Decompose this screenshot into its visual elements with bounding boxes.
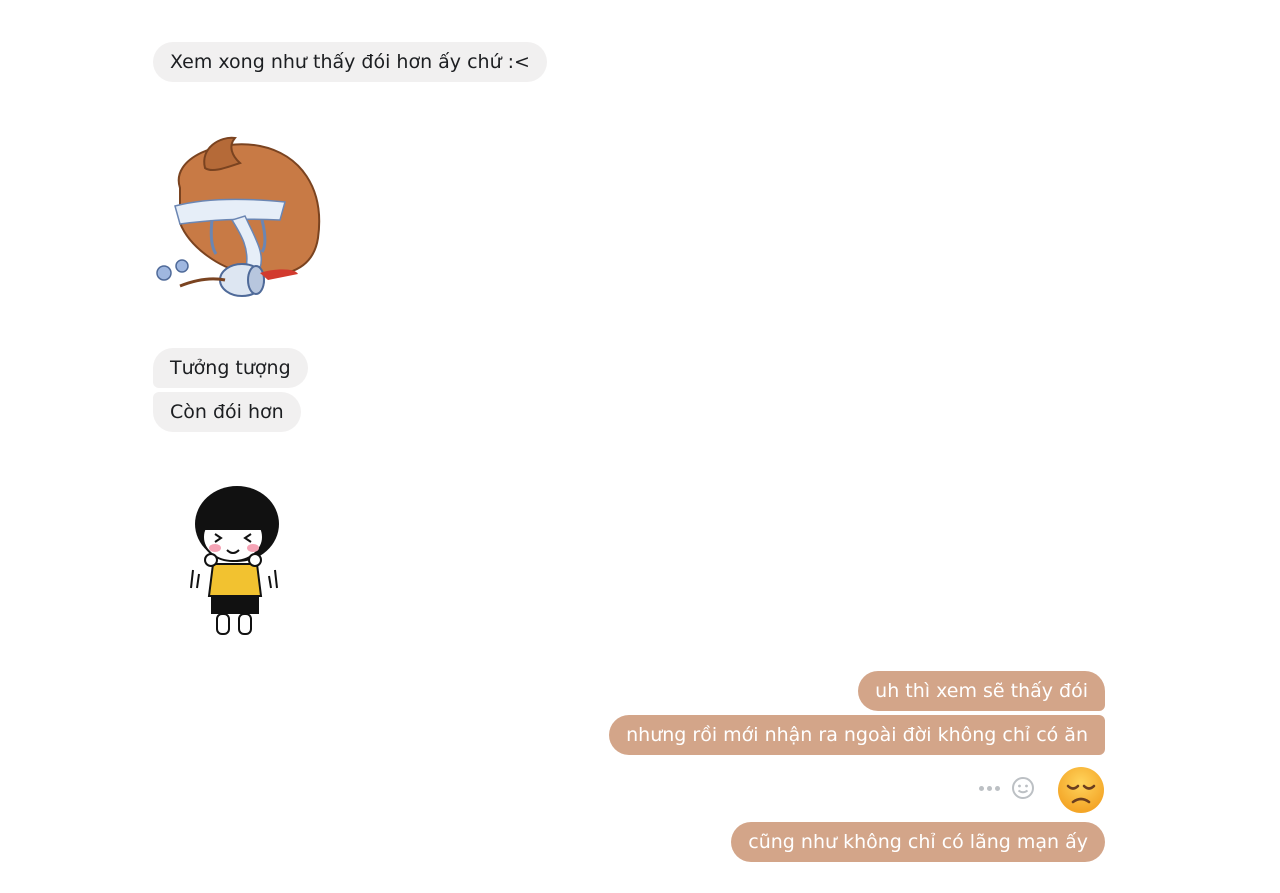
message-actions [979,775,1036,801]
smiley-react-icon[interactable] [1010,775,1036,801]
disappointed-face-emoji[interactable] [1057,766,1105,814]
outgoing-message[interactable]: cũng như không chỉ có lãng mạn ấy [731,822,1105,862]
incoming-message[interactable]: Còn đói hơn [153,392,301,432]
incoming-message[interactable]: Tưởng tượng [153,348,308,388]
chat-thread: Xem xong như thấy đói hơn ấy chứ :< Tưởn… [0,0,1280,893]
shy-girl-sticker[interactable] [185,482,295,642]
incoming-message[interactable]: Xem xong như thấy đói hơn ấy chứ :< [153,42,547,82]
outgoing-message[interactable]: uh thì xem sẽ thấy đói [858,671,1105,711]
more-dots-icon[interactable] [979,785,1000,791]
outgoing-message[interactable]: nhưng rồi mới nhận ra ngoài đời không ch… [609,715,1105,755]
crying-poop-sticker[interactable] [150,128,330,303]
